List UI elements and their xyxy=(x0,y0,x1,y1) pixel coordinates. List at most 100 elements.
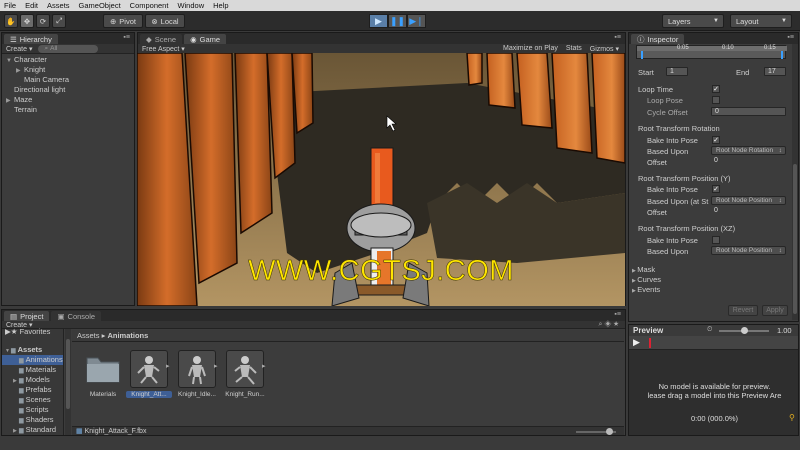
inspector-foldout[interactable]: ▶ Events xyxy=(632,285,782,295)
hierarchy-item[interactable]: ▼ Character xyxy=(2,55,134,65)
hierarchy-panel: ☰ Hierarchy ▪≡ Create ▾ ⌕ All ▼ Character ▶ K… xyxy=(1,32,135,306)
project-folder-item[interactable]: ▆ Scripts xyxy=(2,405,63,415)
timeline-start-marker[interactable] xyxy=(641,51,643,59)
panel-menu-icon[interactable]: ▪≡ xyxy=(614,311,621,318)
project-folder-item[interactable]: ▼▆ Assets xyxy=(2,345,63,355)
inspector-foldout[interactable]: ▶ Curves xyxy=(632,275,782,285)
rotation-bake-checkbox[interactable]: ✓ xyxy=(712,136,720,144)
icon-size-slider[interactable] xyxy=(576,428,616,435)
panel-menu-icon[interactable]: ▪≡ xyxy=(787,34,794,41)
hierarchy-item[interactable]: ▶ Knight xyxy=(2,65,134,75)
asset-knight-run[interactable] xyxy=(226,350,264,388)
end-field[interactable]: 17 xyxy=(764,67,786,76)
project-folder-item[interactable]: ▆ Materials xyxy=(2,365,63,375)
caret-updown-icon: ↕ xyxy=(778,197,782,204)
inspector-foldout[interactable]: ▶ Mask xyxy=(632,265,782,275)
hierarchy-tab-label: Hierarchy xyxy=(19,34,52,44)
hierarchy-item[interactable]: ▶ Maze xyxy=(2,95,134,105)
hierarchy-item[interactable]: Main Camera xyxy=(2,75,134,85)
tab-hierarchy[interactable]: ☰ Hierarchy xyxy=(4,34,58,44)
tab-scene[interactable]: ◆ Scene xyxy=(140,34,183,44)
menu-item[interactable]: Component xyxy=(130,1,169,10)
layers-dropdown[interactable]: Layers ▼ xyxy=(662,14,724,28)
project-folder-item[interactable]: ▆ Shaders xyxy=(2,415,63,425)
scale-tool-button[interactable]: ⤢ xyxy=(52,14,66,28)
inspector-scrollbar[interactable] xyxy=(792,44,798,320)
bake-into-pose-label: Bake Into Pose xyxy=(647,136,698,145)
maximize-on-play-toggle[interactable]: Maximize on Play xyxy=(503,45,558,53)
tab-project[interactable]: ▤ Project xyxy=(4,311,50,321)
rotation-offset-field[interactable]: 0 xyxy=(711,157,786,166)
preview-play-button[interactable]: ▶ xyxy=(633,337,640,348)
project-filter-icons[interactable]: ⌕ ◈ ★ xyxy=(599,321,620,329)
position-y-based-upon-dropdown[interactable]: Root Node Position ↕ xyxy=(711,196,786,205)
hand-tool-button[interactable]: ✋ xyxy=(4,14,18,28)
aspect-dropdown[interactable]: Free Aspect ▾ xyxy=(142,45,185,53)
expand-clip-icon[interactable]: ▸ xyxy=(214,362,218,370)
loop-pose-checkbox[interactable] xyxy=(712,96,720,104)
rotate-tool-button[interactable]: ⟳ xyxy=(36,14,50,28)
position-xz-bake-checkbox[interactable] xyxy=(712,236,720,244)
project-folder-item[interactable]: ▆ Animations xyxy=(2,355,63,365)
project-folder-item[interactable]: ▆ Prefabs xyxy=(2,385,63,395)
tree-scrollbar[interactable] xyxy=(65,329,71,435)
preview-timeline[interactable]: ▶ xyxy=(629,336,798,350)
tab-console[interactable]: ▣ Console xyxy=(51,311,102,321)
hierarchy-item[interactable]: Directional light xyxy=(2,85,134,95)
breadcrumb: Assets ▸ Animations xyxy=(72,330,624,342)
foldout-arrow-icon[interactable]: ▼ xyxy=(6,56,14,66)
stats-toggle[interactable]: Stats xyxy=(566,45,582,53)
pause-button[interactable]: ❚❚ xyxy=(388,14,407,28)
move-tool-button[interactable]: ✥ xyxy=(20,14,34,28)
project-folder-item[interactable]: ▶ ▆ Standard xyxy=(2,425,63,435)
menu-item[interactable]: File xyxy=(4,1,16,10)
layout-dropdown[interactable]: Layout ▼ xyxy=(730,14,792,28)
play-button[interactable]: ▶ xyxy=(369,14,388,28)
panel-menu-icon[interactable]: ▪≡ xyxy=(614,34,621,41)
menu-item[interactable]: Edit xyxy=(25,1,38,10)
menu-item[interactable]: GameObject xyxy=(79,1,121,10)
clip-timeline[interactable]: 0:05 0:10 0:15 xyxy=(636,45,787,59)
breadcrumb-assets[interactable]: Assets xyxy=(77,331,100,340)
asset-knight-attack[interactable] xyxy=(130,350,168,388)
panel-menu-icon[interactable]: ▪≡ xyxy=(123,34,130,41)
position-y-bake-checkbox[interactable]: ✓ xyxy=(712,185,720,193)
expand-clip-icon[interactable]: ▸ xyxy=(262,362,266,370)
rotation-based-value: Root Node Rotation xyxy=(716,147,774,154)
revert-button[interactable]: Revert xyxy=(728,305,758,316)
project-folder-label: Assets xyxy=(17,345,43,354)
step-button[interactable]: ▶❘ xyxy=(407,14,426,28)
preview-speed-slider[interactable] xyxy=(719,327,769,334)
tab-inspector[interactable]: ⓘ Inspector xyxy=(631,34,685,44)
cycle-offset-field[interactable]: 0 xyxy=(711,107,786,116)
gizmos-dropdown[interactable]: Gizmos ▾ xyxy=(590,45,619,53)
breadcrumb-animations[interactable]: Animations xyxy=(107,331,148,340)
game-viewport[interactable]: WWW.CGTSJ.COM xyxy=(137,53,625,306)
position-xz-based-upon-dropdown[interactable]: Root Node Position ↕ xyxy=(711,246,786,255)
project-folder-item[interactable]: ▆ Scenes xyxy=(2,395,63,405)
apply-button[interactable]: Apply xyxy=(762,305,788,316)
project-folder-label: Models xyxy=(25,375,50,384)
local-toggle[interactable]: ⊗ Local xyxy=(145,14,185,28)
menu-item[interactable]: Window xyxy=(177,1,204,10)
hierarchy-item[interactable]: Terrain xyxy=(2,105,134,115)
tab-game[interactable]: ◉ Game xyxy=(184,34,227,44)
start-field[interactable]: 1 xyxy=(666,67,688,76)
loop-time-checkbox[interactable]: ✓ xyxy=(712,85,720,93)
favorites-header[interactable]: ▶★ Favorites xyxy=(2,328,63,337)
position-y-offset-field[interactable]: 0 xyxy=(711,207,786,216)
preview-playhead[interactable] xyxy=(649,338,651,348)
hierarchy-create-button[interactable]: Create ▾ xyxy=(6,45,32,53)
project-folder-item[interactable]: ▶ ▆ Models xyxy=(2,375,63,385)
timeline-end-marker[interactable] xyxy=(781,51,783,59)
hierarchy-search-input[interactable]: ⌕ All xyxy=(38,44,99,53)
preview-pivot-icon[interactable]: ⚲ xyxy=(789,413,795,422)
asset-materials-folder[interactable] xyxy=(84,350,122,388)
rotation-based-upon-dropdown[interactable]: Root Node Rotation ↕ xyxy=(711,146,786,155)
pivot-toggle[interactable]: ⊕ Pivot xyxy=(103,14,143,28)
asset-knight-idle[interactable] xyxy=(178,350,216,388)
layers-label: Layers xyxy=(668,16,691,26)
expand-clip-icon[interactable]: ▸ xyxy=(166,362,170,370)
menu-item[interactable]: Assets xyxy=(47,1,70,10)
menu-item[interactable]: Help xyxy=(213,1,228,10)
